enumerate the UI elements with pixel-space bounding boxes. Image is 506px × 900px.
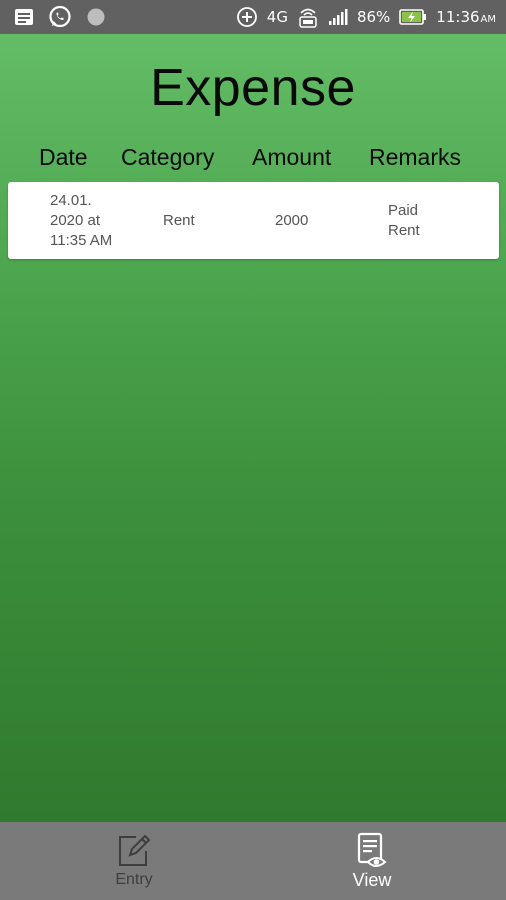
data-saver-icon (236, 6, 258, 28)
table-header: Date Category Amount Remarks (0, 144, 506, 174)
circle-icon (86, 7, 106, 27)
nav-view-label: View (352, 870, 392, 890)
header-remarks: Remarks (369, 144, 462, 170)
cell-date: 24.01. 2020 at 11:35 AM (50, 192, 113, 249)
header-category: Category (121, 144, 215, 170)
battery-percentage: 86% (356, 8, 391, 26)
volte-icon (297, 5, 319, 29)
network-4g-icon: 4G (266, 8, 288, 26)
clock: 11:36AM (436, 8, 496, 26)
page-title: Expense (150, 59, 356, 117)
view-document-icon (354, 832, 390, 870)
cell-category: Rent (163, 212, 195, 229)
main-content: Expense Date Category Amount Remarks 24.… (0, 34, 506, 822)
bottom-navigation: Entry View (0, 822, 506, 900)
status-bar: 4G 86% 11:36AM (0, 0, 506, 34)
notification-icon (14, 8, 34, 26)
nav-view-tab[interactable]: View (322, 822, 422, 900)
table-row[interactable]: 24.01. 2020 at 11:35 AM Rent 2000 Paid R… (8, 182, 499, 259)
battery-charging-icon (399, 8, 427, 26)
signal-icon (328, 8, 348, 26)
header-date: Date (39, 144, 88, 170)
cell-remarks: Paid Rent (388, 202, 420, 239)
nav-entry-tab[interactable]: Entry (84, 822, 184, 900)
cell-amount: 2000 (275, 212, 309, 229)
edit-icon (116, 832, 152, 870)
whatsapp-icon (48, 5, 72, 29)
nav-entry-label: Entry (115, 871, 153, 888)
header-amount: Amount (252, 144, 332, 170)
